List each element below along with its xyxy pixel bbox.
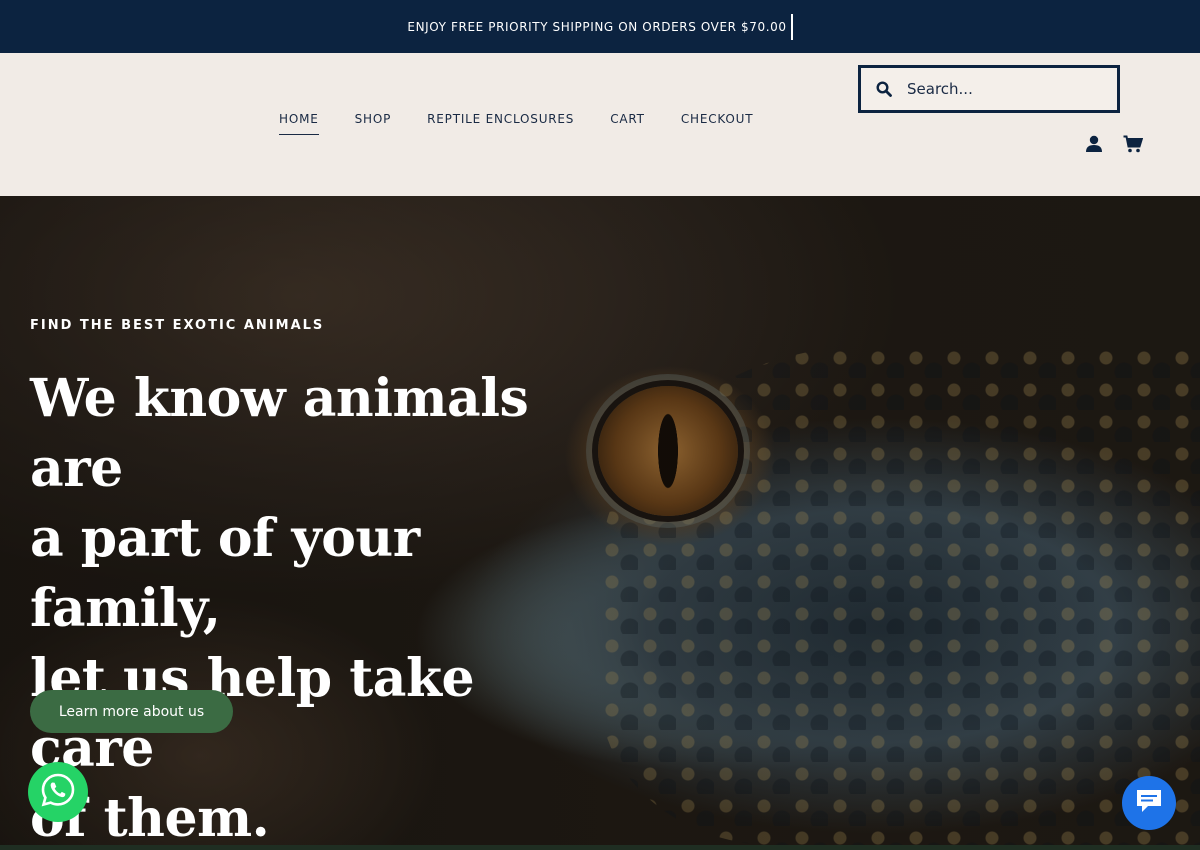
site-header: HOME SHOP REPTILE ENCLOSURES CART CHECKO… bbox=[0, 53, 1200, 196]
user-icon[interactable] bbox=[1085, 135, 1103, 158]
learn-more-button[interactable]: Learn more about us bbox=[30, 690, 233, 733]
nav-item-shop[interactable]: SHOP bbox=[355, 112, 392, 135]
announcement-bar: ENJOY FREE PRIORITY SHIPPING ON ORDERS O… bbox=[0, 0, 1200, 53]
search-icon[interactable] bbox=[861, 81, 907, 97]
whatsapp-button[interactable] bbox=[28, 762, 88, 822]
shopping-cart-icon[interactable] bbox=[1123, 135, 1144, 158]
section-divider bbox=[0, 845, 1200, 850]
nav-item-home[interactable]: HOME bbox=[279, 112, 319, 135]
shipping-message: ENJOY FREE PRIORITY SHIPPING ON ORDERS O… bbox=[407, 13, 793, 40]
headline-line: of them. bbox=[30, 788, 270, 845]
chat-bubble-icon bbox=[1134, 787, 1164, 820]
nav-item-cart[interactable]: CART bbox=[610, 112, 645, 135]
headline-line: a part of your family, bbox=[30, 508, 420, 639]
headline-line: We know animals are bbox=[30, 368, 529, 499]
search-input[interactable] bbox=[907, 80, 1117, 98]
hero-banner: FIND THE BEST EXOTIC ANIMALS We know ani… bbox=[0, 196, 1200, 845]
nav-item-reptile-enclosures[interactable]: REPTILE ENCLOSURES bbox=[427, 112, 574, 135]
live-chat-button[interactable] bbox=[1122, 776, 1176, 830]
whatsapp-icon bbox=[40, 772, 76, 813]
hero-headline: We know animals are a part of your famil… bbox=[30, 364, 610, 845]
hero-eyebrow: FIND THE BEST EXOTIC ANIMALS bbox=[30, 318, 325, 333]
search-box bbox=[858, 65, 1120, 113]
nav-item-checkout[interactable]: CHECKOUT bbox=[681, 112, 754, 135]
main-nav: HOME SHOP REPTILE ENCLOSURES CART CHECKO… bbox=[279, 112, 789, 135]
